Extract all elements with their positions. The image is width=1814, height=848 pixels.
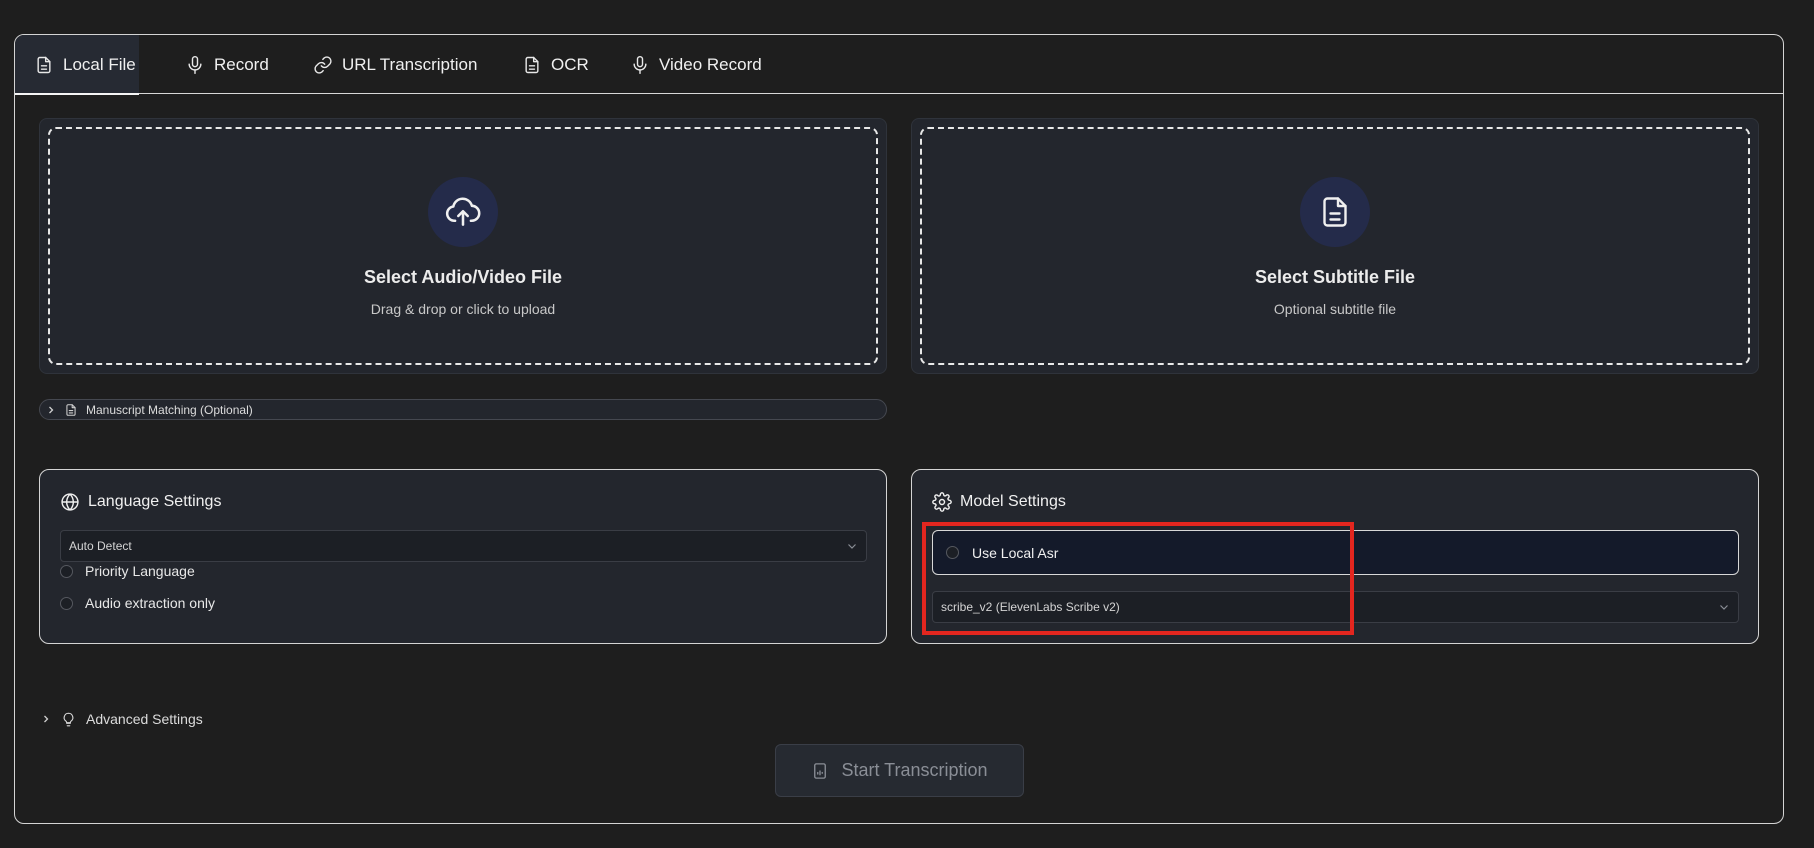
model-select-value: scribe_v2 (ElevenLabs Scribe v2) — [941, 600, 1120, 614]
tab-record[interactable]: Record — [185, 35, 269, 94]
link-icon — [314, 55, 332, 74]
tab-video-record[interactable]: Video Record — [630, 35, 762, 94]
file-icon — [37, 56, 51, 73]
tab-label: URL Transcription — [342, 54, 478, 74]
panel-title-text: Language Settings — [88, 493, 222, 510]
chevron-down-icon — [1720, 605, 1728, 610]
globe-icon — [61, 493, 79, 511]
microphone-icon — [633, 55, 647, 74]
media-dropzone-subtitle: Drag & drop or click to upload — [370, 301, 556, 317]
chevron-down-icon — [848, 544, 856, 549]
language-settings-panel: Language Settings Auto Detect Priority L… — [39, 469, 887, 644]
audio-extraction-only-option[interactable]: Audio extraction only — [60, 595, 215, 611]
subtitle-dropzone-title: Select Subtitle File — [1254, 267, 1416, 287]
gear-icon — [932, 492, 952, 512]
media-upload-panel: Select Audio/Video File Drag & drop or c… — [39, 118, 887, 374]
subtitle-icon-badge — [1300, 177, 1370, 247]
upload-icon-badge — [428, 177, 498, 247]
subtitle-dropzone[interactable]: Select Subtitle File Optional subtitle f… — [920, 127, 1750, 365]
media-dropzone-title: Select Audio/Video File — [363, 267, 563, 287]
microphone-icon — [188, 55, 202, 74]
manuscript-matching-label: Manuscript Matching (Optional) — [86, 402, 253, 417]
file-text-icon — [66, 403, 76, 416]
lightbulb-icon — [63, 712, 74, 726]
start-transcription-button[interactable]: Start Transcription — [775, 744, 1024, 797]
tab-ocr[interactable]: OCR — [522, 35, 589, 94]
language-settings-title: Language Settings — [60, 492, 221, 512]
tab-url-transcription[interactable]: URL Transcription — [313, 35, 477, 94]
cloud-upload-icon — [445, 197, 481, 226]
language-select[interactable]: Auto Detect — [60, 530, 867, 562]
file-text-icon — [1323, 197, 1347, 227]
model-settings-title: Model Settings — [932, 492, 1066, 512]
model-settings-panel: Model Settings Use Local Asr scribe_v2 (… — [911, 469, 1759, 644]
audio-extraction-only-radio[interactable] — [60, 596, 73, 610]
model-select[interactable]: scribe_v2 (ElevenLabs Scribe v2) — [932, 591, 1739, 623]
panel-title-text: Model Settings — [960, 493, 1066, 510]
chevron-right-icon — [49, 406, 54, 413]
file-text-icon — [525, 56, 539, 73]
chevron-right-icon — [44, 715, 49, 723]
priority-language-label: Priority Language — [85, 563, 195, 579]
main-card: Local File Record URL Transcription OCR … — [14, 34, 1784, 824]
use-local-asr-label: Use Local Asr — [972, 544, 1059, 561]
tab-local-file[interactable]: Local File — [15, 35, 139, 95]
tab-label: Local File — [63, 54, 136, 74]
tab-label: Record — [214, 54, 269, 74]
advanced-settings-label: Advanced Settings — [86, 711, 203, 727]
use-local-asr-option[interactable]: Use Local Asr — [932, 530, 1739, 575]
start-transcription-label: Start Transcription — [841, 760, 988, 780]
tab-bar: Local File Record URL Transcription OCR … — [15, 35, 1783, 95]
subtitle-upload-panel: Select Subtitle File Optional subtitle f… — [911, 118, 1759, 374]
priority-language-radio[interactable] — [60, 564, 73, 578]
use-local-asr-radio[interactable] — [946, 546, 959, 559]
advanced-settings-toggle[interactable]: Advanced Settings — [41, 711, 203, 727]
tab-label: Video Record — [659, 54, 762, 74]
subtitle-dropzone-subtitle: Optional subtitle file — [1273, 301, 1397, 317]
media-dropzone[interactable]: Select Audio/Video File Drag & drop or c… — [48, 127, 878, 365]
manuscript-matching-toggle[interactable]: Manuscript Matching (Optional) — [39, 399, 887, 420]
tab-label: OCR — [551, 54, 589, 74]
priority-language-option[interactable]: Priority Language — [60, 563, 195, 579]
language-select-value: Auto Detect — [69, 539, 132, 553]
audio-extraction-only-label: Audio extraction only — [85, 595, 215, 611]
file-audio-icon — [814, 762, 827, 779]
